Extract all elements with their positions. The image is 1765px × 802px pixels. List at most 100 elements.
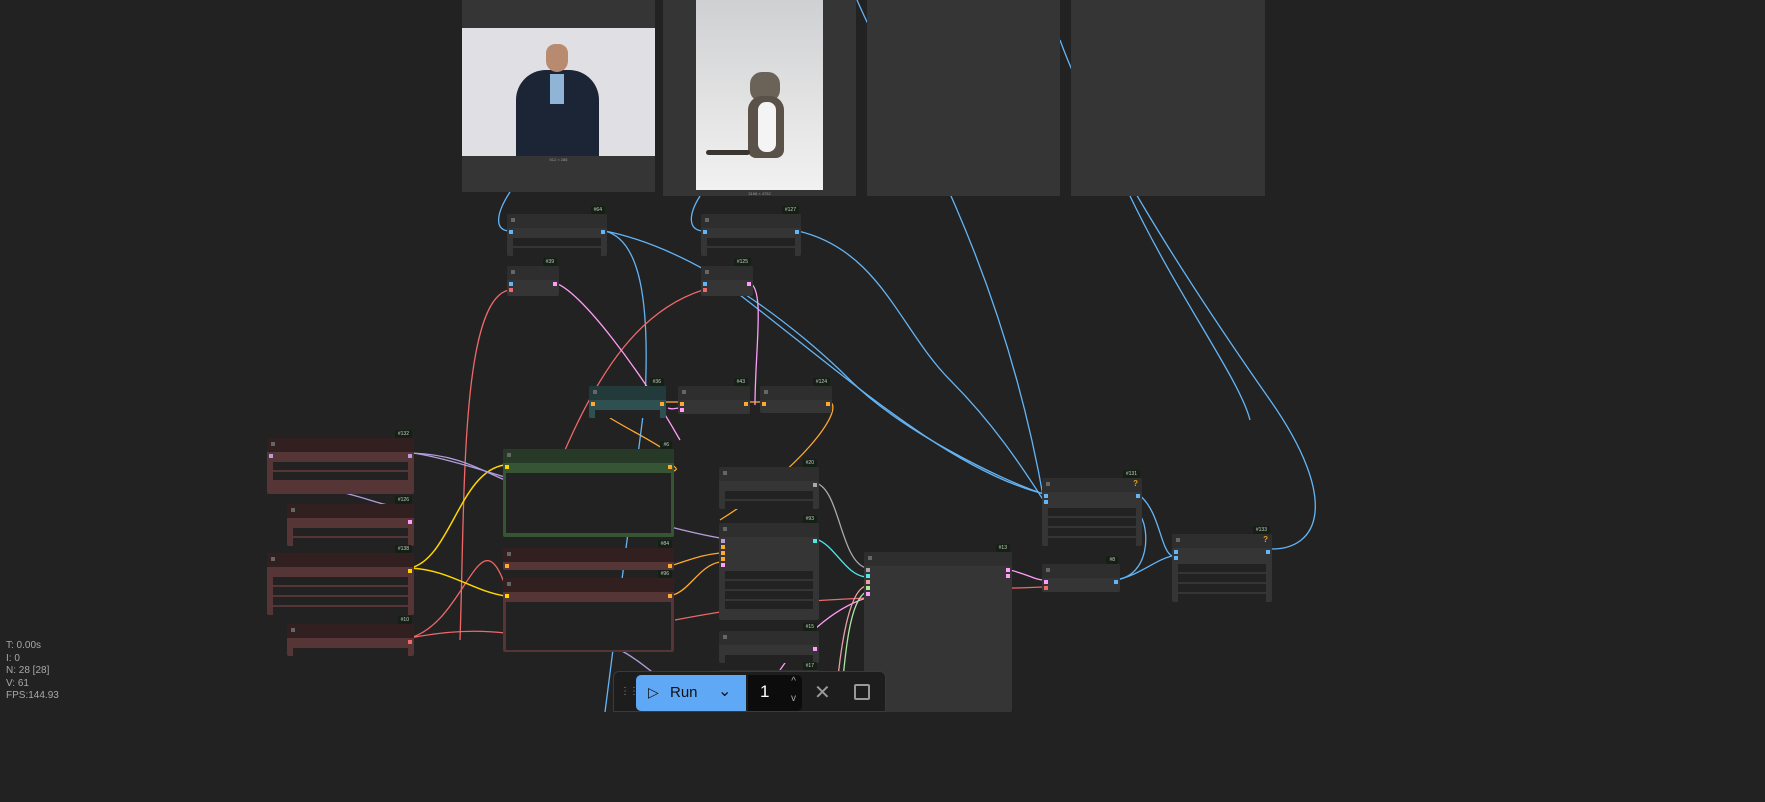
output-slot[interactable] bbox=[1266, 550, 1270, 554]
node-header[interactable] bbox=[267, 553, 414, 567]
output-slot[interactable] bbox=[1136, 494, 1140, 498]
node-widget[interactable] bbox=[707, 248, 795, 256]
output-slot[interactable] bbox=[1006, 574, 1010, 578]
output-slot[interactable] bbox=[660, 402, 664, 406]
node-header[interactable] bbox=[503, 548, 674, 562]
input-slot[interactable] bbox=[762, 402, 766, 406]
text-area[interactable] bbox=[506, 602, 671, 650]
collapse-icon[interactable] bbox=[1046, 482, 1050, 486]
node-header[interactable] bbox=[287, 624, 414, 638]
graph-node[interactable]: #39 bbox=[507, 258, 559, 296]
collapse-icon[interactable] bbox=[291, 508, 295, 512]
graph-node[interactable]: #36 bbox=[589, 378, 666, 418]
output-slot[interactable] bbox=[744, 402, 748, 406]
graph-node[interactable]: #43 bbox=[678, 378, 750, 414]
node-widget[interactable] bbox=[725, 501, 813, 509]
output-slot[interactable] bbox=[668, 564, 672, 568]
graph-node[interactable]: #125 bbox=[701, 258, 753, 296]
node-widget[interactable] bbox=[725, 591, 813, 599]
graph-node[interactable]: #126 bbox=[287, 496, 414, 546]
node-header[interactable] bbox=[503, 449, 674, 463]
input-slot[interactable] bbox=[1044, 586, 1048, 590]
collapse-icon[interactable] bbox=[511, 218, 515, 222]
collapse-icon[interactable] bbox=[593, 390, 597, 394]
graph-node[interactable]: #6 bbox=[503, 441, 674, 537]
node-widget[interactable] bbox=[273, 472, 408, 480]
input-slot[interactable] bbox=[505, 564, 509, 568]
input-slot[interactable] bbox=[721, 545, 725, 549]
node-widget[interactable] bbox=[1048, 508, 1136, 516]
input-slot[interactable] bbox=[703, 230, 707, 234]
stop-icon[interactable] bbox=[854, 684, 870, 700]
node-header[interactable] bbox=[701, 266, 753, 280]
graph-node[interactable]: #20 bbox=[719, 459, 819, 509]
output-slot[interactable] bbox=[408, 454, 412, 458]
collapse-icon[interactable] bbox=[682, 390, 686, 394]
output-slot[interactable] bbox=[601, 230, 605, 234]
input-slot[interactable] bbox=[1174, 550, 1178, 554]
input-slot[interactable] bbox=[591, 402, 595, 406]
graph-node[interactable]: #15 bbox=[719, 623, 819, 663]
output-slot[interactable] bbox=[813, 647, 817, 651]
graph-node[interactable]: #124 bbox=[760, 378, 832, 413]
graph-node[interactable]: #10 bbox=[287, 616, 414, 656]
input-slot[interactable] bbox=[866, 568, 870, 572]
input-slot[interactable] bbox=[721, 557, 725, 561]
input-slot[interactable] bbox=[505, 594, 509, 598]
collapse-icon[interactable] bbox=[511, 270, 515, 274]
input-slot[interactable] bbox=[866, 592, 870, 596]
output-slot[interactable] bbox=[747, 282, 751, 286]
node-header[interactable] bbox=[864, 552, 1012, 566]
collapse-icon[interactable] bbox=[291, 628, 295, 632]
cancel-icon[interactable]: ✕ bbox=[814, 680, 831, 705]
collapse-icon[interactable] bbox=[868, 556, 872, 560]
chevron-down-icon[interactable]: ⌄ bbox=[718, 681, 731, 701]
node-widget[interactable] bbox=[513, 238, 601, 246]
node-widget[interactable] bbox=[1178, 584, 1266, 592]
collapse-icon[interactable] bbox=[271, 557, 275, 561]
output-slot[interactable] bbox=[668, 465, 672, 469]
node-widget[interactable] bbox=[293, 538, 408, 546]
input-slot[interactable] bbox=[721, 563, 725, 567]
input-slot[interactable] bbox=[509, 230, 513, 234]
node-widget[interactable] bbox=[1178, 574, 1266, 582]
input-slot[interactable] bbox=[680, 408, 684, 412]
output-slot[interactable] bbox=[408, 520, 412, 524]
node-widget[interactable] bbox=[1048, 528, 1136, 536]
help-icon[interactable]: ? bbox=[1133, 479, 1138, 488]
output-slot[interactable] bbox=[813, 539, 817, 543]
output-slot[interactable] bbox=[668, 594, 672, 598]
input-slot[interactable] bbox=[1044, 494, 1048, 498]
input-slot[interactable] bbox=[680, 402, 684, 406]
output-slot[interactable] bbox=[408, 569, 412, 573]
node-widget[interactable] bbox=[725, 581, 813, 589]
decrement-icon[interactable]: v bbox=[791, 693, 796, 704]
graph-node[interactable]: #127 bbox=[701, 206, 801, 256]
graph-node[interactable]: #96 bbox=[503, 570, 674, 652]
output-slot[interactable] bbox=[813, 483, 817, 487]
node-widget[interactable] bbox=[1048, 518, 1136, 526]
graph-node[interactable]: #93 bbox=[719, 515, 819, 620]
graph-node[interactable]: #64 bbox=[507, 206, 607, 256]
node-header[interactable] bbox=[760, 386, 832, 400]
input-slot[interactable] bbox=[721, 551, 725, 555]
collapse-icon[interactable] bbox=[1046, 568, 1050, 572]
node-widget[interactable] bbox=[513, 248, 601, 256]
collapse-icon[interactable] bbox=[1176, 538, 1180, 542]
node-widget[interactable] bbox=[707, 238, 795, 246]
node-header[interactable] bbox=[287, 504, 414, 518]
output-slot[interactable] bbox=[795, 230, 799, 234]
graph-node[interactable]: #132 bbox=[267, 430, 414, 494]
node-widget[interactable] bbox=[725, 655, 813, 663]
output-slot[interactable] bbox=[826, 402, 830, 406]
graph-node[interactable]: #8 bbox=[1042, 556, 1120, 592]
node-header[interactable] bbox=[719, 523, 819, 537]
output-slot[interactable] bbox=[1114, 580, 1118, 584]
input-slot[interactable] bbox=[703, 288, 707, 292]
graph-node[interactable]: #13 bbox=[864, 544, 1012, 712]
node-widget[interactable] bbox=[293, 528, 408, 536]
node-widget[interactable] bbox=[1048, 538, 1136, 546]
node-header[interactable] bbox=[701, 214, 801, 228]
collapse-icon[interactable] bbox=[723, 635, 727, 639]
node-widget[interactable] bbox=[293, 648, 408, 656]
